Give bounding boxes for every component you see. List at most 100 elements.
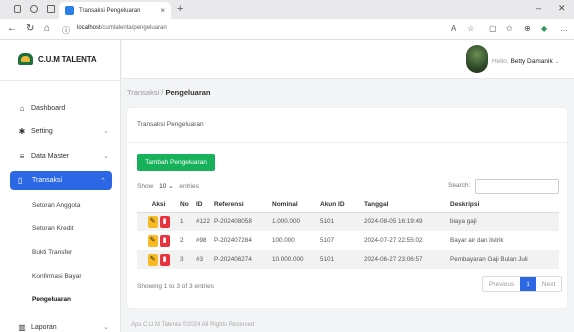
- minimize-icon[interactable]: –: [536, 3, 541, 13]
- top-bar: Hello, Betty Damanik ⌄: [122, 40, 574, 79]
- cell-referensi: P-202408058: [211, 212, 269, 231]
- sidebar-subitem-konfirmasi-bayar[interactable]: Konfirmasi Bayar: [32, 273, 82, 280]
- column-header[interactable]: Tanggal: [361, 198, 447, 213]
- split-icon[interactable]: ▢: [489, 24, 497, 33]
- table-header-row: Aksi No ID Referensi Nominal Akun ID Tan…: [137, 198, 559, 213]
- sidebar-item-setting[interactable]: ✱ Setting ⌄: [17, 123, 113, 139]
- cell-akun-id: 5101: [317, 212, 361, 231]
- report-icon: ▥: [18, 322, 26, 332]
- column-header[interactable]: Referensi: [211, 198, 269, 213]
- cell-id: #122: [193, 212, 211, 231]
- entries-length-value: 10: [159, 183, 167, 190]
- sidebar-subitem-bukti-transfer[interactable]: Bukti Transfer: [32, 249, 72, 256]
- pagination: Previous 1 Next: [482, 276, 563, 292]
- avatar[interactable]: [466, 45, 488, 73]
- tab-favicon-icon: [65, 6, 74, 15]
- table-info: Showing 1 to 3 of 3 entries: [137, 283, 214, 290]
- entries-length-select[interactable]: 10 ⌄: [159, 183, 174, 190]
- url-field[interactable]: localhost/cumtalenta/pengeluaran: [77, 25, 167, 31]
- column-header[interactable]: Deskripsi: [447, 198, 559, 213]
- home-icon[interactable]: ⌂: [44, 23, 50, 34]
- pagination-previous[interactable]: Previous: [483, 277, 521, 291]
- edit-button[interactable]: ✎: [147, 253, 158, 266]
- brand[interactable]: C.U.M TALENTA: [18, 53, 97, 65]
- extensions-icon[interactable]: ⊕: [524, 24, 531, 33]
- cell-tanggal: 2024-07-27 22:55:02: [364, 237, 423, 244]
- cell-no: 2: [180, 237, 184, 244]
- cell-tanggal: 2024-06-27 23:06:57: [361, 250, 447, 269]
- sidebar-item-data-master[interactable]: ≡ Data Master ⌄: [17, 148, 113, 164]
- sidebar-subitem-pengeluaran[interactable]: Pengeluaran: [32, 296, 71, 303]
- entries-length-control: Show 10 ⌄ entries: [137, 182, 199, 190]
- sidebar-subitem-setoran-kredit[interactable]: Setoran Kredit: [32, 225, 74, 232]
- user-name: Betty Damanik: [510, 58, 553, 65]
- sidebar-item-transaksi[interactable]: ▯ Transaksi ⌃: [10, 171, 112, 190]
- sidebar-item-laporan[interactable]: ▥ Laporan ⌄: [17, 319, 113, 332]
- gear-icon: ✱: [18, 126, 26, 136]
- row-actions: ✎ ▮: [137, 250, 177, 269]
- new-tab-icon[interactable]: +: [177, 3, 183, 15]
- url-host: localhost: [77, 25, 101, 31]
- pagination-next[interactable]: Next: [535, 277, 562, 291]
- column-header[interactable]: Akun ID: [317, 198, 361, 213]
- reload-icon[interactable]: ↻: [26, 23, 34, 34]
- column-header[interactable]: Aksi: [137, 198, 177, 213]
- read-aloud-icon[interactable]: A: [451, 24, 456, 33]
- chevron-up-icon: ⌃: [100, 177, 106, 185]
- show-label: Show: [137, 183, 154, 190]
- brand-logo-icon: [18, 53, 33, 65]
- document-icon: ▯: [18, 176, 23, 185]
- card-title: Transaksi Pengeluaran: [137, 121, 204, 128]
- cell-id: #3: [193, 250, 211, 269]
- browser-tab-bar: Transaksi Pengeluaran × + – ✕: [0, 0, 574, 19]
- user-menu[interactable]: Hello, Betty Damanik ⌄: [492, 57, 560, 65]
- cell-nominal: 10.000.000: [269, 250, 317, 269]
- chevron-down-icon: ⌄: [103, 153, 109, 160]
- column-header[interactable]: ID: [193, 198, 211, 213]
- info-icon[interactable]: ⓘ: [62, 25, 70, 36]
- cell-nominal: 1.000.000: [269, 212, 317, 231]
- search-input[interactable]: [475, 179, 559, 194]
- cell-deskripsi: biaya gaji: [447, 212, 559, 231]
- sidebar-subitem-setoran-anggota[interactable]: Setoran Anggota: [32, 202, 80, 209]
- back-icon[interactable]: ←: [7, 23, 17, 34]
- add-pengeluaran-button[interactable]: Tambah Pengeluaran: [137, 154, 215, 171]
- pengeluaran-table: Aksi No ID Referensi Nominal Akun ID Tan…: [137, 198, 559, 269]
- copilot-icon[interactable]: ◆: [541, 24, 547, 33]
- delete-button[interactable]: ▮: [159, 215, 170, 228]
- chevron-down-icon: ⌄: [103, 128, 109, 135]
- sidebar-item-label: Setting: [31, 127, 53, 135]
- delete-button[interactable]: ▮: [159, 253, 170, 266]
- breadcrumb-current: Pengeluaran: [165, 88, 211, 97]
- cell-deskripsi: Bayar air dan listrik: [450, 237, 504, 244]
- edit-button[interactable]: ✎: [147, 234, 158, 247]
- browser-tab[interactable]: Transaksi Pengeluaran ×: [59, 2, 171, 19]
- browser-address-bar: ← ↻ ⌂ ⓘ localhost/cumtalenta/pengeluaran…: [0, 19, 574, 40]
- row-actions: ✎ ▮: [137, 212, 177, 231]
- more-icon[interactable]: …: [560, 24, 568, 33]
- workspaces-icon[interactable]: [30, 5, 38, 13]
- cell-akun-id: 5101: [317, 250, 361, 269]
- delete-button[interactable]: ▮: [159, 234, 170, 247]
- cell-no: 1: [177, 212, 193, 231]
- close-window-icon[interactable]: ✕: [558, 3, 566, 14]
- favorite-icon[interactable]: ☆: [467, 24, 474, 33]
- cell-referensi: P-202406274: [211, 250, 269, 269]
- brand-name: C.U.M TALENTA: [38, 54, 97, 64]
- sidebar-item-dashboard[interactable]: ⌂ Dashboard: [17, 100, 113, 116]
- table-row: ✎ ▮ 3 #3 P-202406274 10.000.000 5101 2024…: [137, 250, 559, 269]
- tab-actions-icon[interactable]: [47, 5, 55, 13]
- breadcrumb-parent[interactable]: Transaksi: [127, 88, 159, 97]
- chevron-down-icon: ⌄: [554, 58, 560, 65]
- edit-button[interactable]: ✎: [147, 215, 158, 228]
- tab-close-icon[interactable]: ×: [160, 6, 165, 15]
- profile-icon[interactable]: [14, 5, 21, 13]
- sidebar: C.U.M TALENTA ⌂ Dashboard ✱ Setting ⌄ ≡ …: [0, 40, 121, 332]
- pagination-page-1[interactable]: 1: [520, 277, 536, 291]
- column-header[interactable]: Nominal: [269, 198, 317, 213]
- collections-icon[interactable]: ✩: [506, 24, 513, 33]
- table-row: ✎ ▮ 1 #122 P-202408058 1.000.000 5101 202…: [137, 212, 559, 231]
- column-header[interactable]: No: [177, 198, 193, 213]
- breadcrumb: Transaksi / Pengeluaran: [127, 88, 211, 97]
- brand-divider: [0, 80, 121, 81]
